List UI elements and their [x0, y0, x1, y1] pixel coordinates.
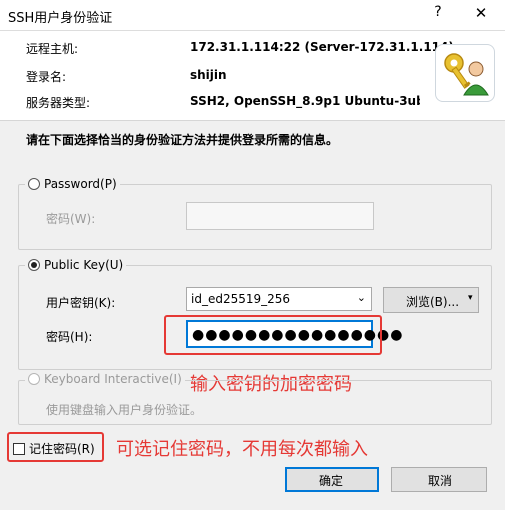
user-key-label: 用户密钥(K):: [46, 296, 116, 310]
cancel-label: 取消: [428, 474, 453, 488]
passphrase-label: 密码(H):: [46, 330, 93, 344]
keyboard-description: 使用键盘输入用户身份验证。: [46, 403, 203, 417]
keyboard-radio-icon[interactable]: [28, 373, 40, 385]
ok-label: 确定: [319, 474, 344, 488]
login-name-label: 登录名:: [26, 70, 67, 84]
password-input[interactable]: [186, 202, 374, 230]
remote-host-label: 远程主机:: [26, 42, 79, 56]
remember-annotation: 可选记住密码，不用每次都输入: [116, 439, 368, 460]
publickey-radio-icon[interactable]: [28, 259, 40, 271]
server-type-label: 服务器类型:: [26, 96, 91, 110]
publickey-radio[interactable]: Public Key(U): [25, 258, 127, 272]
remote-host-value: 172.31.1.114:22 (Server-172.31.1.114): [190, 40, 454, 54]
remember-checkbox-box[interactable]: [13, 442, 25, 455]
password-radio[interactable]: Password(P): [25, 177, 120, 191]
password-field-label: 密码(W):: [46, 212, 96, 226]
remember-label: 记住密码(R): [29, 442, 95, 456]
user-key-value: id_ed25519_256: [191, 292, 291, 306]
browse-dropdown-icon: ▾: [468, 293, 473, 303]
ok-button[interactable]: 确定: [285, 467, 379, 492]
browse-button[interactable]: 浏览(B)... ▾: [383, 287, 479, 313]
login-name-value: shijin: [190, 68, 227, 82]
user-key-select[interactable]: id_ed25519_256 ⌄: [186, 287, 372, 311]
password-radio-icon[interactable]: [28, 178, 40, 190]
close-button[interactable]: ✕: [470, 4, 492, 24]
password-radio-label: Password(P): [44, 177, 117, 191]
keyboard-radio[interactable]: Keyboard Interactive(I): [25, 372, 185, 386]
help-button[interactable]: ?: [428, 4, 448, 24]
instruction-text: 请在下面选择恰当的身份验证方法并提供登录所需的信息。: [26, 133, 339, 147]
cancel-button[interactable]: 取消: [391, 467, 487, 492]
publickey-radio-label: Public Key(U): [44, 258, 124, 272]
key-user-icon: [435, 44, 495, 102]
keyboard-radio-label: Keyboard Interactive(I): [44, 372, 182, 386]
passphrase-highlight-box: [164, 315, 382, 355]
server-type-value: SSH2, OpenSSH_8.9p1 Ubuntu-3ubunt: [190, 94, 420, 108]
chevron-down-icon: ⌄: [356, 291, 366, 304]
window-title: SSH用户身份验证: [8, 11, 113, 26]
browse-label: 浏览(B)...: [406, 295, 460, 309]
remember-checkbox[interactable]: 记住密码(R): [13, 440, 95, 457]
